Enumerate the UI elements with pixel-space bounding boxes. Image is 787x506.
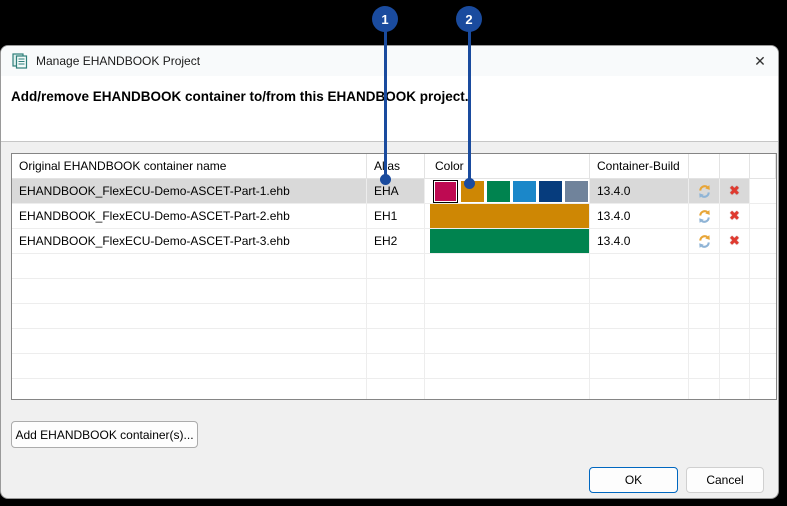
header-container-name[interactable]: Original EHANDBOOK container name bbox=[12, 154, 367, 178]
header-color[interactable]: Color bbox=[425, 154, 590, 178]
alias-cell[interactable]: EH1 bbox=[367, 204, 425, 228]
callout-2-badge: 2 bbox=[456, 6, 482, 32]
color-swatch[interactable] bbox=[565, 180, 588, 202]
table-row-part-2[interactable]: EHANDBOOK_FlexECU-Demo-ASCET-Part-2.ehb … bbox=[12, 204, 776, 229]
replace-container-icon[interactable] bbox=[697, 209, 712, 224]
delete-container-icon[interactable]: ✖ bbox=[729, 183, 740, 199]
color-swatch-selected[interactable] bbox=[433, 179, 458, 203]
sync-cell[interactable] bbox=[689, 179, 720, 203]
ok-button[interactable]: OK bbox=[589, 467, 678, 493]
header-delete-spacer bbox=[720, 154, 750, 178]
container-color-bar[interactable] bbox=[430, 229, 589, 253]
empty-row bbox=[12, 304, 776, 329]
dialog-title: Manage EHANDBOOK Project bbox=[36, 54, 201, 68]
container-name-cell[interactable]: EHANDBOOK_FlexECU-Demo-ASCET-Part-2.ehb bbox=[12, 204, 367, 228]
close-icon[interactable]: ✕ bbox=[745, 47, 775, 75]
color-palette bbox=[425, 179, 589, 203]
delete-cell[interactable]: ✖ bbox=[720, 204, 750, 228]
empty-row bbox=[12, 379, 776, 399]
replace-container-icon[interactable] bbox=[697, 184, 712, 199]
callout-1-line bbox=[384, 30, 387, 178]
callout-2-dot bbox=[464, 178, 475, 189]
replace-container-icon[interactable] bbox=[697, 234, 712, 249]
row-filler bbox=[750, 179, 776, 203]
header-alias[interactable]: Alias bbox=[367, 154, 425, 178]
delete-container-icon[interactable]: ✖ bbox=[729, 208, 740, 224]
row-filler bbox=[750, 204, 776, 228]
callout-1-badge: 1 bbox=[372, 6, 398, 32]
instruction-text: Add/remove EHANDBOOK container to/from t… bbox=[11, 89, 469, 104]
manage-ehandbook-project-dialog: Manage EHANDBOOK Project ✕ Add/remove EH… bbox=[0, 45, 779, 499]
sync-cell[interactable] bbox=[689, 204, 720, 228]
color-picker-cell[interactable] bbox=[425, 179, 590, 203]
sync-cell[interactable] bbox=[689, 229, 720, 253]
color-cell[interactable] bbox=[425, 204, 590, 228]
ehandbook-app-icon bbox=[12, 53, 28, 69]
container-table: Original EHANDBOOK container name Alias … bbox=[11, 153, 777, 400]
screenshot-stage: Manage EHANDBOOK Project ✕ Add/remove EH… bbox=[0, 0, 787, 506]
add-container-button[interactable]: Add EHANDBOOK container(s)... bbox=[11, 421, 198, 448]
color-cell[interactable] bbox=[425, 229, 590, 253]
callout-1-dot bbox=[380, 174, 391, 185]
header-sync-spacer bbox=[689, 154, 720, 178]
color-swatch bbox=[435, 181, 456, 201]
color-swatch[interactable] bbox=[487, 180, 510, 202]
dialog-titlebar[interactable]: Manage EHANDBOOK Project ✕ bbox=[1, 46, 778, 76]
cancel-button[interactable]: Cancel bbox=[686, 467, 764, 493]
table-row-part-3[interactable]: EHANDBOOK_FlexECU-Demo-ASCET-Part-3.ehb … bbox=[12, 229, 776, 254]
empty-row bbox=[12, 329, 776, 354]
container-name-cell[interactable]: EHANDBOOK_FlexECU-Demo-ASCET-Part-1.ehb bbox=[12, 179, 367, 203]
empty-row bbox=[12, 354, 776, 379]
row-filler bbox=[750, 229, 776, 253]
header-filler bbox=[750, 154, 776, 178]
delete-container-icon[interactable]: ✖ bbox=[729, 233, 740, 249]
header-container-build[interactable]: Container-Build bbox=[590, 154, 689, 178]
table-row-part-1[interactable]: EHANDBOOK_FlexECU-Demo-ASCET-Part-1.ehb … bbox=[12, 179, 776, 204]
container-build-cell: 13.4.0 bbox=[590, 229, 689, 253]
alias-cell[interactable]: EH2 bbox=[367, 229, 425, 253]
delete-cell[interactable]: ✖ bbox=[720, 179, 750, 203]
callout-2-line bbox=[468, 30, 471, 182]
container-color-bar[interactable] bbox=[430, 204, 589, 228]
table-header-row: Original EHANDBOOK container name Alias … bbox=[12, 154, 776, 179]
empty-row bbox=[12, 279, 776, 304]
color-swatch[interactable] bbox=[513, 180, 536, 202]
container-name-cell[interactable]: EHANDBOOK_FlexECU-Demo-ASCET-Part-3.ehb bbox=[12, 229, 367, 253]
container-build-cell: 13.4.0 bbox=[590, 179, 689, 203]
instruction-area: Add/remove EHANDBOOK container to/from t… bbox=[1, 76, 778, 142]
empty-row bbox=[12, 254, 776, 279]
container-build-cell: 13.4.0 bbox=[590, 204, 689, 228]
delete-cell[interactable]: ✖ bbox=[720, 229, 750, 253]
color-swatch[interactable] bbox=[539, 180, 562, 202]
alias-cell[interactable]: EHA bbox=[367, 179, 425, 203]
